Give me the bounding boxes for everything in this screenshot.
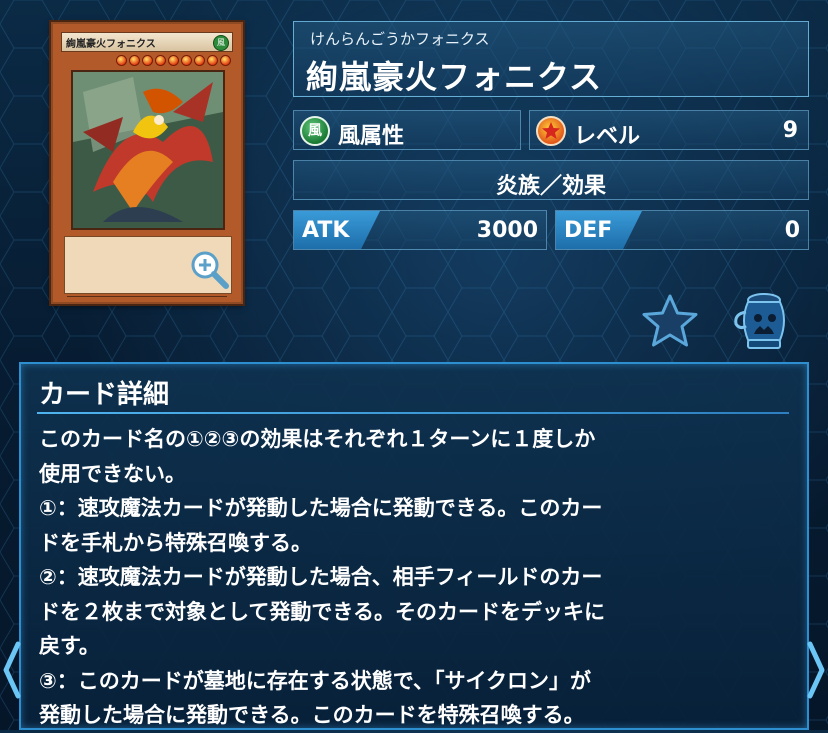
card-thumbnail-name: 絢嵐豪火フォニクス [66, 39, 156, 50]
level-star-icon [536, 116, 566, 146]
level-label: レベル [574, 124, 641, 149]
level-panel: レベル 9 [529, 110, 809, 150]
card-level-star-icon [142, 55, 153, 66]
card-level-star-icon [194, 55, 205, 66]
type-label: 炎族／効果 [495, 174, 606, 199]
effect-text-line: このカード名の①②③の効果はそれぞれ１ターンに１度しか [39, 427, 596, 451]
previous-arrow-icon[interactable] [0, 640, 24, 700]
def-panel: DEF 0 [555, 210, 809, 250]
level-value: 9 [782, 118, 798, 143]
attribute-panel: 風 風属性 [293, 110, 521, 150]
zoom-icon[interactable] [188, 248, 230, 290]
card-level-star-icon [181, 55, 192, 66]
effect-text-line: 戻す。 [39, 634, 100, 658]
card-footer [67, 296, 227, 301]
atk-value: 3000 [476, 218, 538, 243]
type-panel: 炎族／効果 [293, 160, 809, 200]
card-detail-title: カード詳細 [39, 380, 170, 410]
def-label: DEF [564, 218, 613, 243]
wind-attribute-icon: 風 [300, 116, 330, 146]
effect-text-line: ドを２枚まで対象として発動できる。そのカードをデッキに [39, 599, 605, 624]
pot-icon[interactable] [728, 290, 792, 352]
effect-text-line: ①：速攻魔法カードが発動した場合に発動できる。このカー [39, 496, 603, 520]
star-icon[interactable] [640, 292, 700, 350]
effect-text-line: ②：速攻魔法カードが発動した場合、相手フィールドのカー [39, 565, 603, 589]
card-thumbnail[interactable]: 絢嵐豪火フォニクス 風 [51, 22, 243, 304]
card-thumbnail-attribute-icon: 風 [213, 35, 229, 51]
attribute-label: 風属性 [338, 124, 405, 149]
effect-text-line: ③：このカードが墓地に存在する状態で、「サイクロン」が [39, 668, 592, 693]
card-detail-divider [37, 412, 789, 414]
next-arrow-icon[interactable] [804, 640, 828, 700]
card-level-star-icon [168, 55, 179, 66]
card-level-star-icon [155, 55, 166, 66]
card-thumbnail-level-stars [99, 55, 231, 67]
card-level-star-icon [207, 55, 218, 66]
card-name-panel: けんらんごうかフォニクス 絢嵐豪火フォニクス [293, 21, 809, 97]
effect-text-line: 使用できない。 [39, 461, 186, 486]
atk-panel: ATK 3000 [293, 210, 547, 250]
card-thumbnail-name-bar: 絢嵐豪火フォニクス 風 [61, 32, 233, 52]
def-value: 0 [784, 218, 800, 243]
effect-text-line: ドを手札から特殊召喚する。 [39, 530, 312, 555]
card-level-star-icon [220, 55, 231, 66]
atk-label: ATK [302, 218, 350, 243]
card-detail-panel: カード詳細 このカード名の①②③の効果はそれぞれ１ターンに１度しか 使用できない… [19, 362, 809, 730]
card-effect-text: このカード名の①②③の効果はそれぞれ１ターンに１度しか 使用できない。 ①：速攻… [39, 422, 793, 733]
card-level-star-icon [116, 55, 127, 66]
card-artwork [71, 70, 225, 230]
card-name-reading: けんらんごうかフォニクス [310, 30, 490, 48]
effect-text-line: 発動した場合に発動できる。このカードを特殊召喚する。 [39, 703, 585, 727]
card-name: 絢嵐豪火フォニクス [306, 58, 603, 96]
card-level-star-icon [129, 55, 140, 66]
